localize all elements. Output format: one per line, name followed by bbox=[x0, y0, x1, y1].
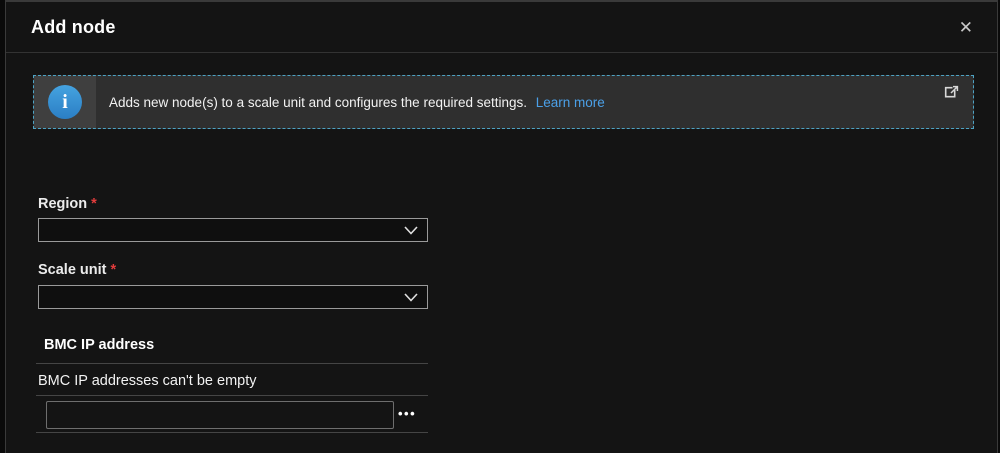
add-node-dialog: Add node ✕ i Adds new node(s) to a scale… bbox=[5, 0, 998, 453]
bmc-validation-message: BMC IP addresses can't be empty bbox=[38, 373, 257, 389]
scale-unit-required-marker: * bbox=[111, 262, 117, 278]
divider bbox=[36, 363, 428, 364]
info-banner-text: Adds new node(s) to a scale unit and con… bbox=[96, 76, 973, 128]
screen: Add node ✕ i Adds new node(s) to a scale… bbox=[0, 0, 1000, 453]
info-banner-icon-cell: i bbox=[34, 76, 96, 128]
divider bbox=[36, 395, 428, 396]
scale-unit-dropdown[interactable] bbox=[38, 285, 428, 309]
chevron-down-icon bbox=[404, 226, 418, 235]
region-label: Region* bbox=[38, 196, 97, 212]
close-button[interactable]: ✕ bbox=[953, 15, 979, 40]
scale-unit-label: Scale unit* bbox=[38, 262, 116, 278]
external-link-icon bbox=[944, 84, 960, 100]
dialog-header: Add node ✕ bbox=[6, 2, 997, 53]
learn-more-link[interactable]: Learn more bbox=[536, 95, 605, 110]
divider bbox=[36, 432, 428, 433]
scale-unit-label-text: Scale unit bbox=[38, 262, 107, 278]
region-required-marker: * bbox=[91, 196, 97, 212]
bmc-section-title: BMC IP address bbox=[44, 337, 154, 353]
info-banner-message: Adds new node(s) to a scale unit and con… bbox=[109, 95, 527, 110]
region-dropdown[interactable] bbox=[38, 218, 428, 242]
region-label-text: Region bbox=[38, 196, 87, 212]
more-options-button[interactable]: ••• bbox=[394, 402, 420, 425]
popout-button[interactable] bbox=[944, 84, 960, 100]
bmc-ip-input[interactable] bbox=[46, 401, 394, 429]
info-banner: i Adds new node(s) to a scale unit and c… bbox=[33, 75, 974, 129]
info-icon: i bbox=[48, 85, 82, 119]
chevron-down-icon bbox=[404, 293, 418, 302]
dialog-title: Add node bbox=[31, 17, 116, 38]
ellipsis-icon: ••• bbox=[398, 406, 416, 421]
close-icon: ✕ bbox=[959, 18, 973, 37]
